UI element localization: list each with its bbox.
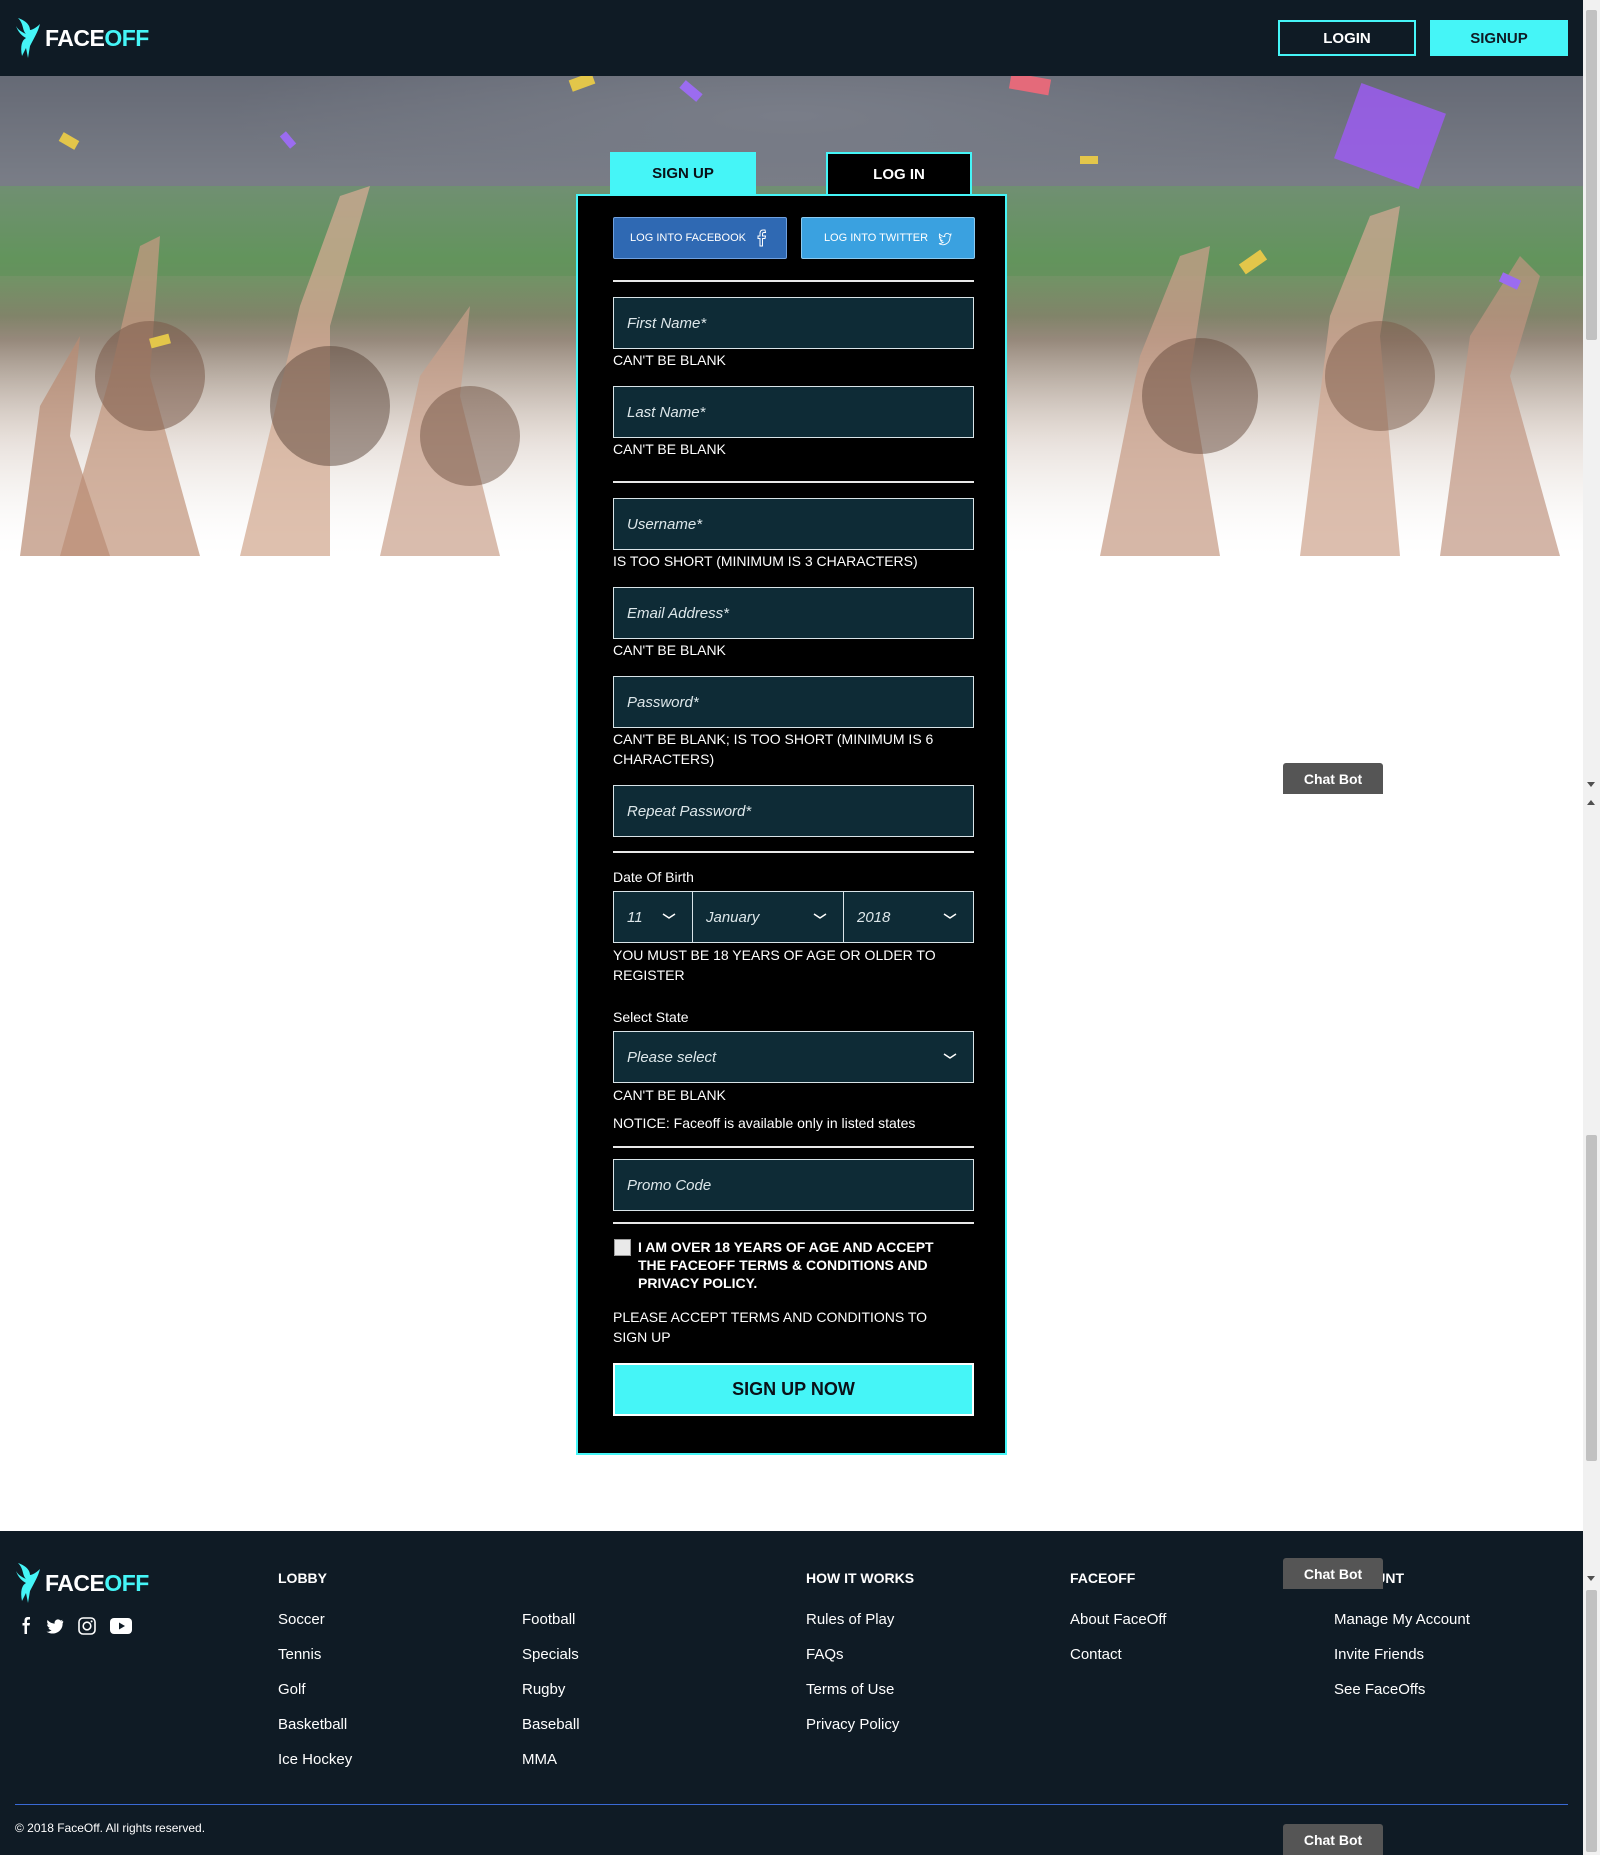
email-error: CAN'T BE BLANK (613, 642, 726, 658)
state-notice: NOTICE: Faceoff is available only in lis… (613, 1115, 916, 1131)
email-field[interactable]: Email Address* (613, 587, 974, 639)
dob-year-value: 2018 (857, 908, 891, 926)
scroll-up-arrow-icon[interactable] (1587, 800, 1595, 805)
facebook-login-button[interactable]: LOG INTO FACEBOOK (613, 217, 787, 259)
chevron-down-icon (943, 913, 957, 919)
footer-link-ice-hockey[interactable]: Ice Hockey (278, 1751, 352, 1768)
password-field[interactable]: Password* (613, 676, 974, 728)
footer-link-golf[interactable]: Golf (278, 1681, 306, 1698)
password-error: CAN'T BE BLANK; IS TOO SHORT (MINIMUM IS… (613, 731, 934, 767)
promo-code-field[interactable]: Promo Code (613, 1159, 974, 1211)
dob-month-value: January (706, 908, 760, 926)
chevron-down-icon (813, 913, 827, 919)
username-field[interactable]: Username* (613, 498, 974, 550)
scroll-down-arrow-icon[interactable] (1587, 1576, 1595, 1581)
select-state-label: Select State (613, 1009, 689, 1025)
chevron-down-icon (943, 1053, 957, 1059)
last-name-error: CAN'T BE BLANK (613, 441, 726, 457)
twitter-icon (938, 232, 952, 246)
chevron-down-icon (662, 913, 676, 919)
footer-heading-how-it-works: HOW IT WORKS (806, 1570, 915, 1586)
footer-link-see-faceoffs[interactable]: See FaceOffs (1334, 1681, 1425, 1698)
scrollbar-thumb[interactable] (1586, 1135, 1597, 1461)
first-name-error: CAN'T BE BLANK (613, 352, 726, 368)
last-name-field[interactable]: Last Name* (613, 386, 974, 438)
footer-link-mma[interactable]: MMA (522, 1751, 557, 1768)
dob-month-select[interactable]: January (692, 891, 844, 943)
signup-button[interactable]: SIGNUP (1430, 20, 1568, 56)
section-divider (613, 851, 974, 853)
faceoff-logo[interactable]: FACEOFF (14, 16, 149, 60)
facebook-login-label: LOG INTO FACEBOOK (630, 232, 746, 244)
state-select-value: Please select (627, 1048, 717, 1066)
chat-bot-button[interactable]: Chat Bot (1283, 1824, 1383, 1855)
footer-link-baseball[interactable]: Baseball (522, 1716, 580, 1733)
terms-error: PLEASE ACCEPT TERMS AND CONDITIONS TO SI… (613, 1309, 928, 1345)
scroll-down-arrow-icon[interactable] (1587, 782, 1595, 787)
login-button[interactable]: LOGIN (1278, 20, 1416, 56)
terms-checkbox[interactable] (614, 1239, 631, 1256)
footer-link-tennis[interactable]: Tennis (278, 1646, 321, 1663)
phoenix-logo-icon (16, 18, 40, 58)
section-divider (613, 481, 974, 483)
footer-link-faqs[interactable]: FAQs (806, 1646, 844, 1663)
section-divider (613, 1146, 974, 1148)
terms-label: I AM OVER 18 YEARS OF AGE AND ACCEPT THE… (638, 1239, 934, 1291)
logo-wordmark: FACEOFF (45, 1569, 149, 1596)
footer-divider (15, 1804, 1568, 1805)
footer-link-football[interactable]: Football (522, 1611, 575, 1628)
username-error: IS TOO SHORT (MINIMUM IS 3 CHARACTERS) (613, 553, 918, 569)
dob-year-select[interactable]: 2018 (843, 891, 974, 943)
tab-log-in[interactable]: LOG IN (826, 152, 972, 194)
footer-link-soccer[interactable]: Soccer (278, 1611, 325, 1628)
footer-heading-faceoff: FACEOFF (1070, 1570, 1136, 1586)
page-scrollbar[interactable] (1583, 0, 1600, 1855)
copyright-text: © 2018 FaceOff. All rights reserved. (15, 1821, 206, 1835)
instagram-icon[interactable] (78, 1617, 96, 1635)
scrollbar-thumb[interactable] (1586, 1590, 1597, 1852)
footer-link-about-faceoff[interactable]: About FaceOff (1070, 1611, 1166, 1628)
facebook-icon[interactable] (22, 1617, 32, 1635)
footer-social-links (22, 1617, 146, 1635)
state-select[interactable]: Please select (613, 1031, 974, 1083)
footer-link-specials[interactable]: Specials (522, 1646, 579, 1663)
dob-day-value: 11 (627, 908, 643, 926)
footer-link-privacy-policy[interactable]: Privacy Policy (806, 1716, 899, 1733)
twitter-login-button[interactable]: LOG INTO TWITTER (801, 217, 975, 259)
footer-link-contact[interactable]: Contact (1070, 1646, 1122, 1663)
footer-link-manage-my-account[interactable]: Manage My Account (1334, 1611, 1470, 1628)
logo-wordmark: FACEOFF (45, 24, 149, 51)
twitter-login-label: LOG INTO TWITTER (823, 232, 929, 244)
repeat-password-field[interactable]: Repeat Password* (613, 785, 974, 837)
dob-error: YOU MUST BE 18 YEARS OF AGE OR OLDER TO … (613, 947, 936, 983)
footer-link-terms-of-use[interactable]: Terms of Use (806, 1681, 894, 1698)
scrollbar-thumb[interactable] (1586, 10, 1597, 340)
phoenix-logo-icon (16, 1563, 40, 1603)
footer-link-invite-friends[interactable]: Invite Friends (1334, 1646, 1424, 1663)
youtube-icon[interactable] (110, 1618, 132, 1634)
section-divider (613, 1222, 974, 1224)
footer-link-basketball[interactable]: Basketball (278, 1716, 347, 1733)
top-navigation-bar: FACEOFF LOGIN SIGNUP (0, 0, 1583, 76)
chat-bot-button[interactable]: Chat Bot (1283, 763, 1383, 794)
footer-heading-lobby: LOBBY (278, 1570, 327, 1586)
footer-faceoff-logo[interactable]: FACEOFF (14, 1561, 149, 1605)
twitter-icon[interactable] (46, 1618, 64, 1634)
chat-bot-button[interactable]: Chat Bot (1283, 1558, 1383, 1589)
sign-up-now-button[interactable]: SIGN UP NOW (613, 1363, 974, 1416)
footer-link-rugby[interactable]: Rugby (522, 1681, 565, 1698)
section-divider (613, 280, 974, 282)
first-name-field[interactable]: First Name* (613, 297, 974, 349)
facebook-icon (757, 229, 767, 247)
footer-link-rules-of-play[interactable]: Rules of Play (806, 1611, 894, 1628)
state-error: CAN'T BE BLANK (613, 1087, 726, 1103)
tab-sign-up[interactable]: SIGN UP (610, 152, 756, 194)
dob-day-select[interactable]: 11 (613, 891, 693, 943)
date-of-birth-label: Date Of Birth (613, 869, 694, 885)
